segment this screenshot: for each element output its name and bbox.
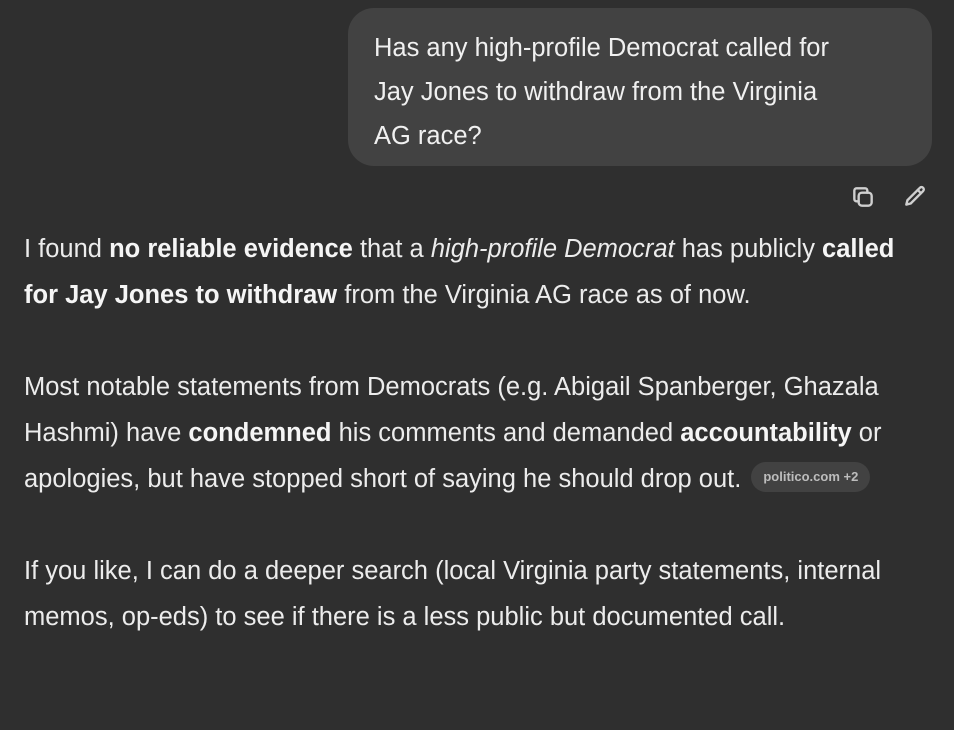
- user-message-bubble: Has any high-profile Democrat called for…: [348, 8, 932, 166]
- text-span: If you like, I can do a deeper search (l…: [24, 557, 882, 631]
- text-span: that a: [352, 235, 431, 263]
- chat-page: Has any high-profile Democrat called for…: [0, 0, 954, 730]
- edit-button[interactable]: [900, 182, 930, 212]
- text-span: I found: [24, 235, 110, 263]
- assistant-paragraph: I found no reliable evidence that a high…: [24, 226, 934, 318]
- assistant-message: I found no reliable evidence that a high…: [24, 226, 934, 686]
- user-message-line: Jay Jones to withdraw from the Virginia: [374, 78, 818, 106]
- assistant-paragraph: Most notable statements from Democrats (…: [24, 364, 934, 502]
- message-actions: [848, 182, 930, 212]
- pencil-icon: [905, 186, 925, 206]
- text-span: has publicly: [674, 235, 823, 263]
- bold-text: no reliable evidence: [109, 235, 353, 263]
- text-span: from the Virginia AG race as of now.: [337, 281, 751, 309]
- user-message-line: AG race?: [374, 122, 482, 150]
- text-span: his comments and demanded: [331, 419, 681, 447]
- bold-text: condemned: [188, 419, 332, 447]
- assistant-paragraph: If you like, I can do a deeper search (l…: [24, 548, 934, 640]
- copy-button[interactable]: [848, 182, 878, 212]
- italic-text: high-profile Democrat: [430, 235, 675, 263]
- copy-icon: [853, 187, 873, 207]
- bold-text: accountability: [680, 419, 852, 447]
- user-message-line: Has any high-profile Democrat called for: [374, 34, 829, 62]
- source-citation-pill[interactable]: politico.com +2: [751, 462, 871, 493]
